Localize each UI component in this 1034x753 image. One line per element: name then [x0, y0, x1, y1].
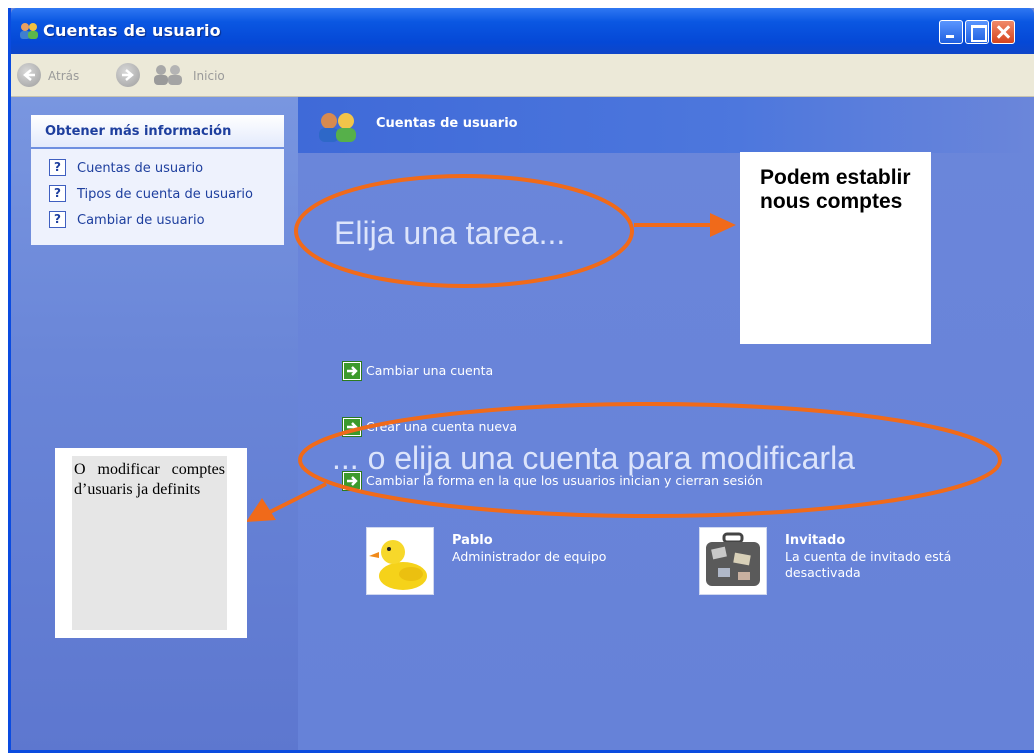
- user-accounts-icon: [20, 23, 38, 39]
- task-label: Crear una cuenta nueva: [366, 419, 518, 434]
- account-description: La cuenta de invitado está desactivada: [785, 549, 952, 580]
- duck-picture[interactable]: [366, 527, 434, 595]
- help-icon: ?: [49, 185, 66, 202]
- sidebar-item-switch-user[interactable]: ? Cambiar de usuario: [31, 207, 284, 233]
- back-label[interactable]: Atrás: [48, 69, 79, 83]
- sidebar: Obtener más información ? Cuentas de usu…: [11, 97, 298, 750]
- main-header: Cuentas de usuario: [298, 97, 1034, 153]
- task-label: Cambiar una cuenta: [366, 363, 494, 378]
- title-bar[interactable]: Cuentas de usuario: [11, 8, 1034, 54]
- pick-task-heading: Elija una tarea...: [334, 215, 566, 251]
- green-arrow-icon: [342, 417, 362, 437]
- maximize-button[interactable]: [965, 20, 989, 44]
- help-icon: ?: [49, 211, 66, 228]
- account-description: Administrador de equipo: [452, 549, 607, 564]
- back-arrow-icon: [23, 69, 35, 81]
- account-name: Invitado: [785, 533, 846, 548]
- more-info-header: Obtener más información: [31, 115, 284, 149]
- home-users-icon[interactable]: [151, 64, 189, 86]
- back-button[interactable]: [17, 63, 41, 87]
- sidebar-item-label: Cuentas de usuario: [77, 161, 204, 176]
- suitcase-picture[interactable]: [699, 527, 767, 595]
- change-account-link[interactable]: Cambiar una cuenta: [342, 361, 493, 381]
- create-account-link[interactable]: Crear una cuenta nueva: [342, 417, 517, 437]
- user-accounts-icon: [319, 113, 356, 142]
- forward-arrow-icon: [122, 69, 134, 81]
- annotation-note-text: O modificar comptes d’usuaris ja definit…: [72, 456, 227, 630]
- main-header-title: Cuentas de usuario: [376, 116, 518, 131]
- forward-button[interactable]: [116, 63, 140, 87]
- account-name: Pablo: [452, 533, 493, 548]
- toolbar: Atrás Inicio: [11, 54, 1034, 97]
- sidebar-item-label: Tipos de cuenta de usuario: [77, 187, 253, 202]
- user-accounts-window: Cuentas de usuario Atrás Inicio Obtener …: [8, 8, 1034, 753]
- more-info-panel: Obtener más información ? Cuentas de usu…: [31, 115, 284, 245]
- sidebar-item-label: Cambiar de usuario: [77, 213, 205, 228]
- green-arrow-icon: [342, 361, 362, 381]
- minimize-button[interactable]: [939, 20, 963, 44]
- window-title: Cuentas de usuario: [43, 21, 221, 40]
- annotation-note-modify-accounts: O modificar comptes d’usuaris ja definit…: [55, 448, 247, 638]
- help-icon: ?: [49, 159, 66, 176]
- annotation-note-new-accounts: Podem establir nous comptes: [740, 152, 931, 344]
- pick-account-heading: ... o elija una cuenta para modificarla: [332, 440, 855, 476]
- home-label[interactable]: Inicio: [193, 69, 225, 83]
- close-button[interactable]: [991, 20, 1015, 44]
- sidebar-item-user-accounts[interactable]: ? Cuentas de usuario: [31, 155, 284, 181]
- sidebar-item-account-types[interactable]: ? Tipos de cuenta de usuario: [31, 181, 284, 207]
